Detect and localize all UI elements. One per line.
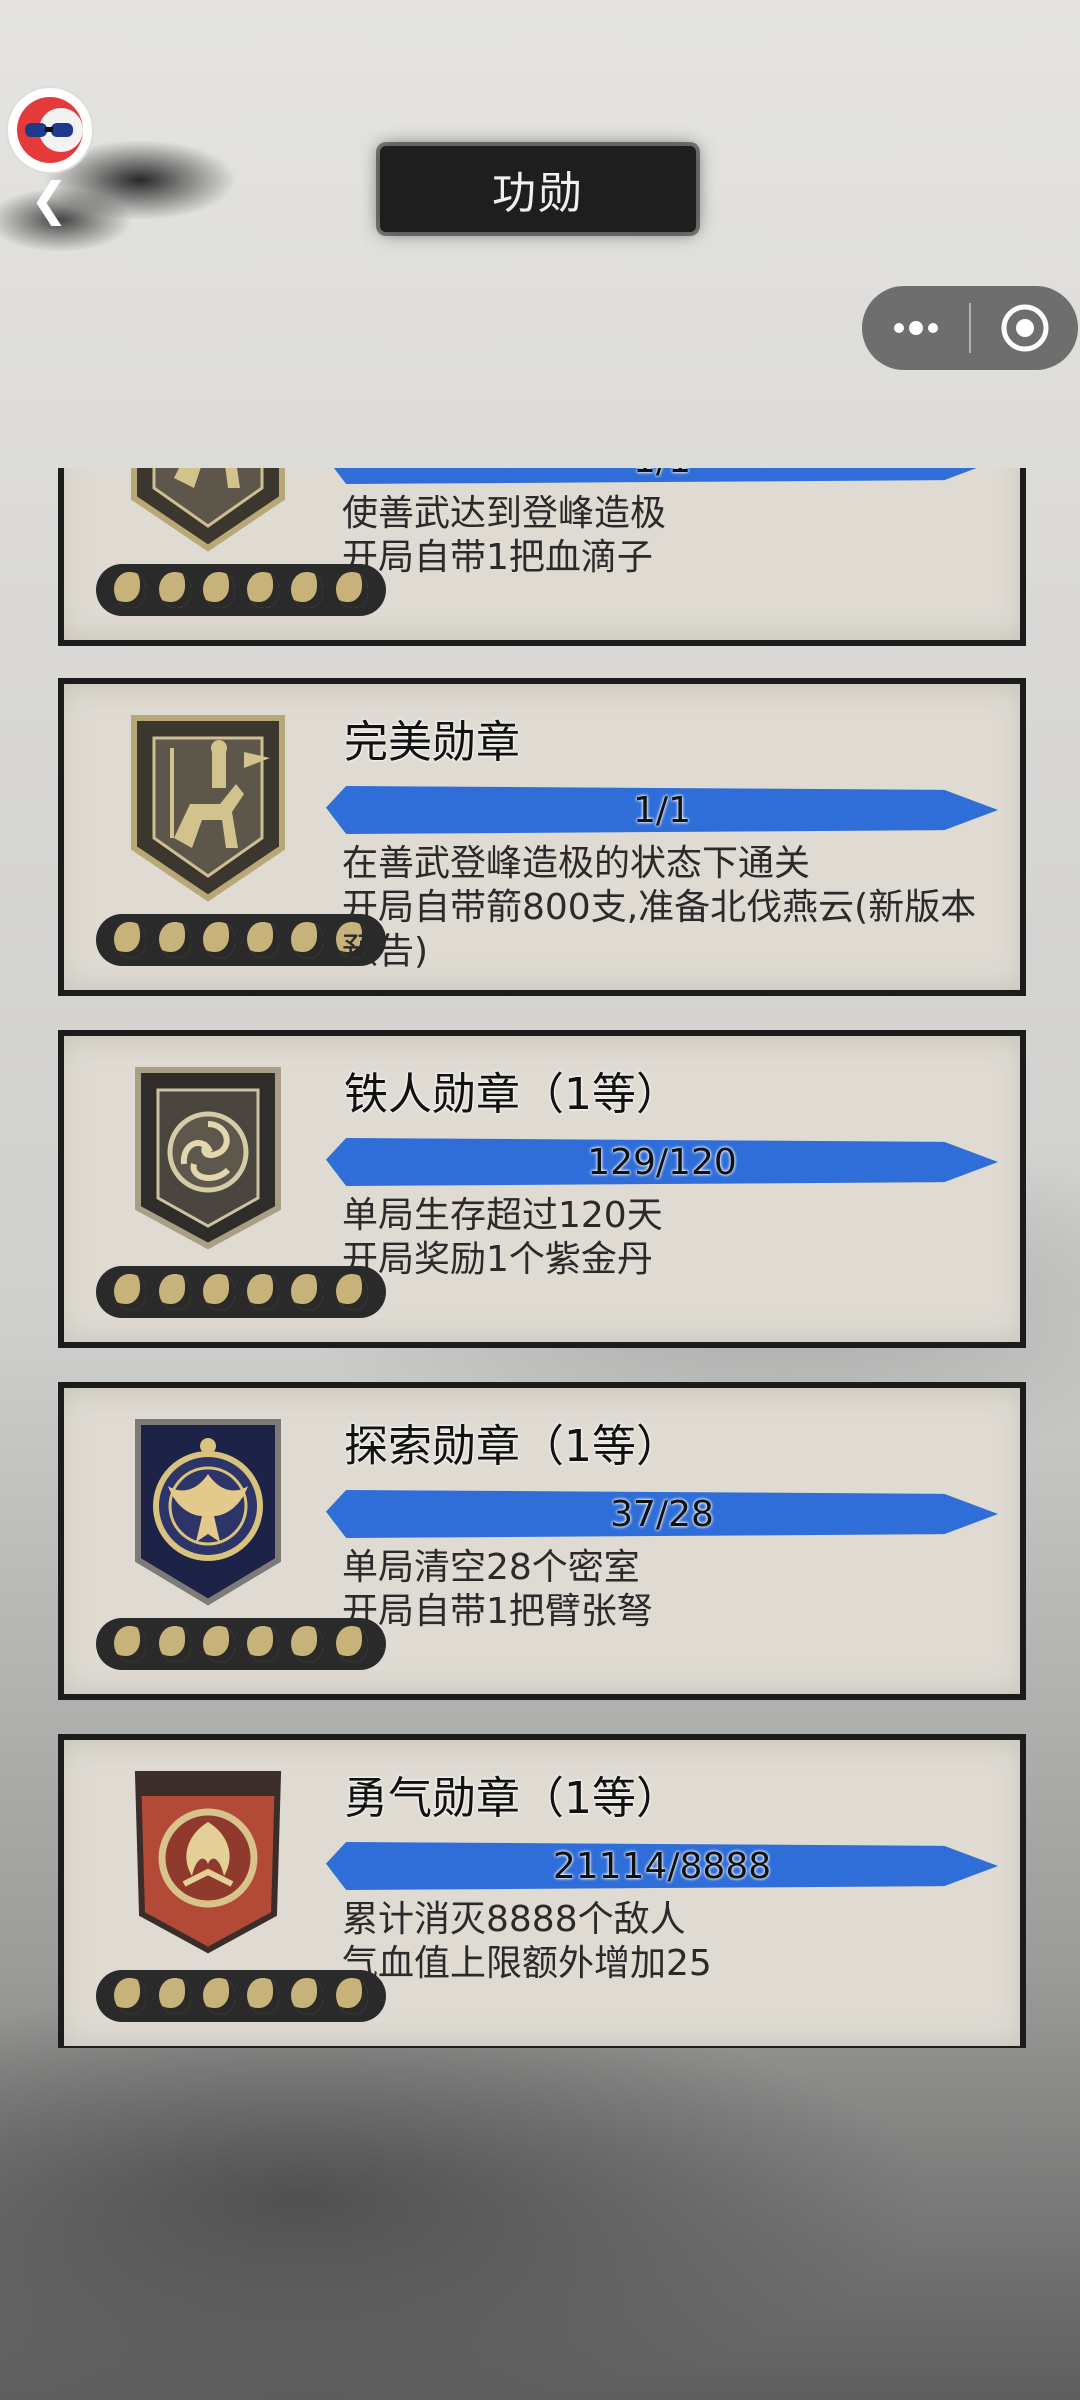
medal-requirement: 单局清空28个密室 [342, 1547, 640, 1588]
rating-dot-icon [247, 572, 280, 608]
page-title: 功勋 [492, 168, 584, 219]
rating-dot-icon [158, 922, 191, 958]
rating-dot-icon [247, 1626, 280, 1662]
rating-dot-icon [291, 572, 324, 608]
phoenix-badge-icon [135, 1419, 281, 1606]
rating-dot-icon [114, 1274, 147, 1310]
medal-reward: 开局奖励1个紫金丹 [342, 1239, 653, 1280]
medal-name: 完美勋章 [344, 717, 520, 768]
progress-bar: 1/1 [326, 468, 998, 484]
progress-text: 129/120 [587, 1141, 737, 1183]
progress-text: 1/1 [633, 789, 691, 831]
medal-card[interactable]: 勇气勋章（1等） 21114/8888 累计消灭8888个敌人 气血值上限额外增… [58, 1734, 1026, 2048]
medal-reward: 开局自带1把血滴子 [342, 537, 653, 578]
rating-dot-icon [291, 1274, 324, 1310]
medal-name: 探索勋章（1等） [344, 1421, 680, 1472]
avatar[interactable] [8, 88, 92, 172]
mask-avatar-icon [17, 97, 83, 163]
rating-dot-icon [114, 1978, 147, 2014]
medal-requirement: 单局生存超过120天 [342, 1195, 663, 1236]
medal-list[interactable]: 1/1 使善武达到登峰造极 开局自带1把血滴子 完美勋章 1 [0, 468, 1080, 2048]
rating-dot-icon [247, 922, 280, 958]
medal-reward: 气血值上限额外增加25 [342, 1943, 712, 1984]
horseman-badge-icon [131, 715, 285, 902]
rating-dot-icon [247, 1274, 280, 1310]
medal-requirement: 累计消灭8888个敌人 [342, 1899, 686, 1940]
iron-swirl-badge-icon [135, 1067, 281, 1250]
rating-dot-icon [291, 1978, 324, 2014]
medal-card[interactable]: 完美勋章 1/1 在善武登峰造极的状态下通关 开局自带箭800支,准备北伐燕云(… [58, 678, 1026, 996]
medal-description: 在善武登峰造极的状态下通关 开局自带箭800支,准备北伐燕云(新版本预告) [342, 842, 1002, 974]
medal-name: 勇气勋章（1等） [344, 1773, 680, 1824]
progress-bar: 1/1 [326, 786, 998, 834]
rating-dot-icon [202, 922, 235, 958]
rating-dot-icon [202, 1978, 235, 2014]
medal-requirement: 使善武达到登峰造极 [342, 493, 667, 534]
rating-dot-icon [158, 1978, 191, 2014]
medal-reward: 开局自带箭800支,准备北伐燕云(新版本预告) [342, 887, 977, 972]
medal-description: 使善武达到登峰造极 开局自带1把血滴子 [342, 492, 1002, 580]
rating-dot-icon [114, 922, 147, 958]
rating-dot-icon [158, 1626, 191, 1662]
rating-dot-icon [114, 572, 147, 608]
medal-card[interactable]: 铁人勋章（1等） 129/120 单局生存超过120天 开局奖励1个紫金丹 [58, 1030, 1026, 1348]
rating-dot-icon [114, 1626, 147, 1662]
medal-description: 单局生存超过120天 开局奖励1个紫金丹 [342, 1194, 1002, 1282]
rating-dot-icon [202, 1626, 235, 1662]
close-button[interactable] [971, 286, 1078, 370]
target-circle-icon [1001, 304, 1048, 352]
rating-dot-icon [247, 1978, 280, 2014]
medal-description: 单局清空28个密室 开局自带1把臂张弩 [342, 1546, 1002, 1634]
rating-dot-icon [158, 1274, 191, 1310]
medal-reward: 开局自带1把臂张弩 [342, 1591, 653, 1632]
medal-card[interactable]: 1/1 使善武达到登峰造极 开局自带1把血滴子 [58, 468, 1026, 646]
medal-name: 铁人勋章（1等） [344, 1069, 680, 1120]
more-dots-icon [893, 321, 938, 335]
medal-requirement: 在善武登峰造极的状态下通关 [342, 843, 811, 884]
progress-bar: 37/28 [326, 1490, 998, 1538]
rating-dot-icon [158, 572, 191, 608]
progress-text: 21114/8888 [552, 1845, 772, 1887]
progress-bar: 129/120 [326, 1138, 998, 1186]
horseman-badge-icon [131, 468, 285, 552]
medal-description: 累计消灭8888个敌人 气血值上限额外增加25 [342, 1898, 1002, 1986]
progress-text: 1/1 [326, 468, 998, 484]
rating-dot-icon [291, 922, 324, 958]
title-plate: 功勋 [380, 146, 696, 232]
medal-card[interactable]: 探索勋章（1等） 37/28 单局清空28个密室 开局自带1把臂张弩 [58, 1382, 1026, 1700]
progress-bar: 21114/8888 [326, 1842, 998, 1890]
back-arrow-icon[interactable]: ❮ [30, 176, 69, 222]
mini-program-capsule [862, 286, 1078, 370]
more-button[interactable] [862, 286, 969, 370]
rating-dot-icon [202, 572, 235, 608]
red-shield-badge-icon [134, 1771, 282, 1954]
progress-text: 37/28 [610, 1493, 714, 1535]
rating-dot-icon [291, 1626, 324, 1662]
rating-dot-icon [202, 1274, 235, 1310]
